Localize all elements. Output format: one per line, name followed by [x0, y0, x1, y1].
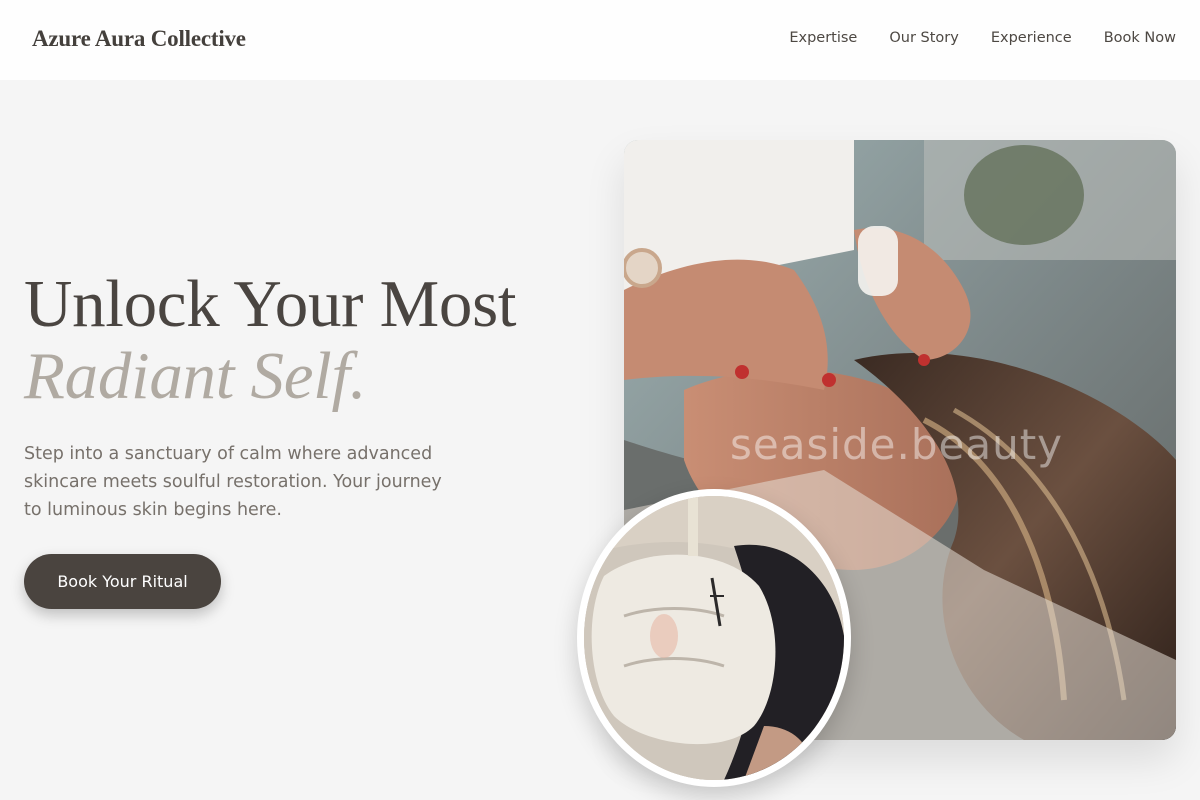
hero-headline: Unlock Your Most Radiant Self.: [24, 268, 584, 412]
nav-link-experience[interactable]: Experience: [991, 30, 1072, 46]
nav-link-expertise[interactable]: Expertise: [789, 30, 857, 46]
headline-line-2: Radiant Self.: [24, 339, 367, 413]
photo-watermark: seaside.beauty: [730, 420, 1064, 469]
headline-line-1: Unlock Your Most: [24, 267, 517, 341]
hero-subtitle: Step into a sanctuary of calm where adva…: [24, 444, 442, 520]
brand-logo[interactable]: Azure Aura Collective: [32, 26, 246, 52]
nav-link-book-now[interactable]: Book Now: [1104, 30, 1176, 46]
hero-circle-photo: [577, 489, 851, 787]
top-navbar: Azure Aura Collective Expertise Our Stor…: [0, 0, 1200, 80]
nav-link-our-story[interactable]: Our Story: [889, 30, 958, 46]
book-ritual-button[interactable]: Book Your Ritual: [24, 554, 221, 609]
circle-photo-illustration: [584, 496, 844, 780]
hero-text: Unlock Your Most Radiant Self. Step into…: [24, 268, 584, 524]
main-nav: Expertise Our Story Experience Book Now: [789, 30, 1176, 46]
